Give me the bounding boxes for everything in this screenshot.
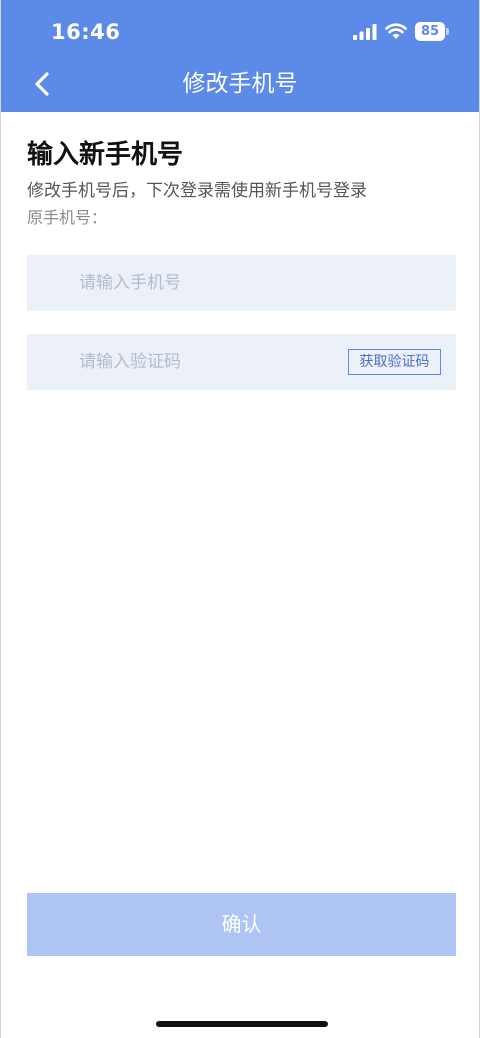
- header-bar: 16:46 85 修改手机号: [1, 0, 479, 112]
- battery-cap: [446, 28, 449, 35]
- phone-input[interactable]: [27, 255, 456, 311]
- original-phone-label: 原手机号：: [27, 208, 108, 227]
- page-title: 修改手机号: [182, 71, 298, 97]
- status-bar: 16:46 85: [1, 0, 479, 64]
- confirm-button[interactable]: 确认: [27, 893, 456, 956]
- instruction-text: 修改手机号后，下次登录需使用新手机号登录: [27, 181, 367, 201]
- home-indicator: [156, 1021, 328, 1027]
- battery-icon: 85: [415, 22, 445, 41]
- get-code-button[interactable]: 获取验证码: [348, 349, 441, 375]
- status-time: 16:46: [51, 20, 121, 44]
- wifi-icon: [385, 23, 407, 39]
- signal-icon: [353, 24, 377, 40]
- section-heading: 输入新手机号: [27, 140, 184, 170]
- battery-level: 85: [420, 24, 440, 39]
